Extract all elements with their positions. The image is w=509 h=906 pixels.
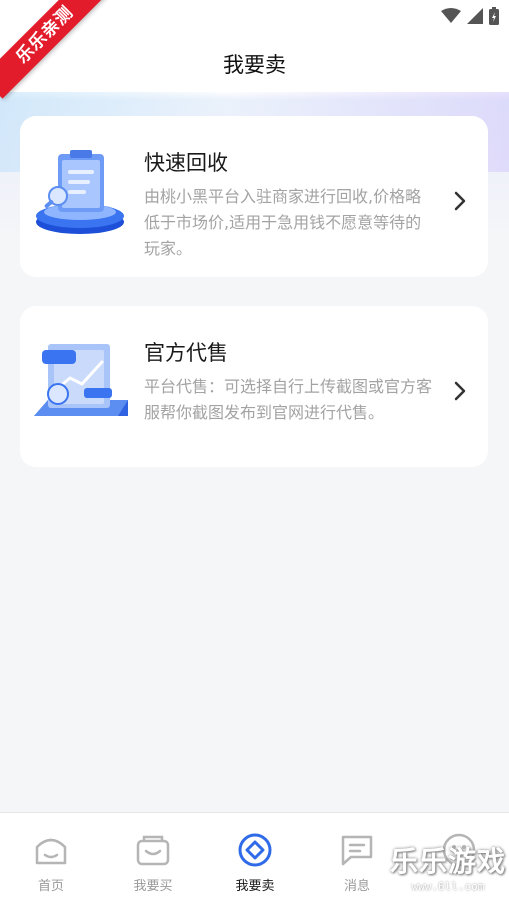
card-description: 平台代售：可选择自行上传截图或官方客服帮你截图发布到官网进行代售。: [144, 377, 433, 422]
sell-icon: [238, 833, 272, 867]
quick-recycle-card[interactable]: 快速回收 由桃小黑平台入驻商家进行回收,价格略低于市场价,适用于急用钱不愿意等待…: [20, 116, 488, 277]
wifi-icon: [441, 8, 461, 23]
shopping-bag-icon: [136, 835, 170, 866]
watermark-text: 乐乐游戏: [389, 845, 506, 878]
home-icon: [35, 838, 67, 865]
official-consignment-card[interactable]: 官方代售 平台代售：可选择自行上传截图或官方客服帮你截图发布到官网进行代售。: [20, 306, 488, 467]
signal-icon: [467, 8, 483, 24]
tab-buy[interactable]: 我要买: [103, 833, 203, 894]
chevron-right-icon: [454, 381, 466, 401]
card-title: 官方代售: [144, 341, 228, 365]
tab-label: 我要买: [133, 879, 173, 894]
chart-consignment-icon: [28, 340, 132, 436]
card-title: 快速回收: [144, 151, 228, 175]
message-icon: [341, 835, 373, 866]
clipboard-recycle-icon: [28, 148, 132, 244]
watermark-url: www.6ll.com: [411, 880, 485, 893]
site-watermark: 乐乐游戏 www.6ll.com: [389, 840, 507, 900]
card-description: 由桃小黑平台入驻商家进行回收,价格略低于市场价,适用于急用钱不愿意等待的玩家。: [144, 187, 422, 258]
page-title: 我要卖: [223, 53, 286, 77]
tab-home[interactable]: 首页: [1, 833, 101, 894]
chevron-right-icon: [454, 191, 466, 211]
tab-label: 我要卖: [235, 879, 275, 894]
tab-sell[interactable]: 我要卖: [205, 833, 305, 894]
tab-label: 首页: [37, 879, 64, 894]
battery-icon: [489, 7, 499, 25]
